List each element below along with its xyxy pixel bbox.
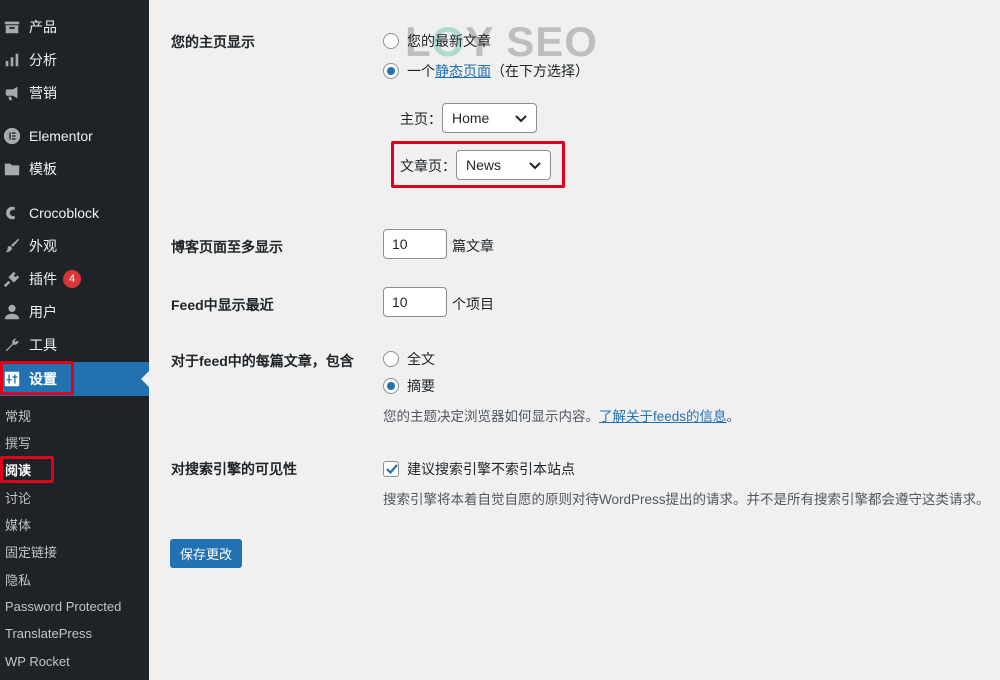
submenu-label: 讨论: [5, 490, 32, 506]
submenu-label: 撰写: [5, 435, 32, 451]
radio-full-text-control[interactable]: [383, 351, 399, 367]
static-page-link[interactable]: 静态页面: [435, 61, 491, 81]
reading-settings-form: LOY SEO 您的主页显示 您的最新文章 一个 静态页面 （在下方选择） 主页…: [149, 0, 1000, 680]
posts-page-select[interactable]: News: [456, 150, 551, 180]
menu-item-templates[interactable]: 模板: [0, 154, 149, 184]
radio-static-page-prefix: 一个: [407, 63, 435, 79]
menu-item-label: 分析: [29, 52, 57, 68]
discourage-search-checkbox-label: 建议搜索引擎不索引本站点: [407, 461, 575, 477]
user-icon: [3, 303, 21, 321]
posts-page-select-value: News: [466, 157, 502, 173]
submenu-item-privacy[interactable]: 隐私: [0, 566, 149, 592]
menu-item-products[interactable]: 产品: [0, 12, 149, 42]
menu-item-appearance[interactable]: 外观: [0, 231, 149, 261]
submenu-item-permalinks[interactable]: 固定链接: [0, 538, 149, 564]
search-visibility-description: 搜索引擎将本着自觉自愿的原则对待WordPress提出的请求。并不是所有搜索引擎…: [383, 492, 990, 507]
feed-content-label: 对于feed中的每篇文章，包含: [171, 353, 354, 369]
bar-chart-icon: [3, 51, 21, 69]
radio-summary[interactable]: 摘要: [383, 376, 435, 396]
menu-item-label: 产品: [29, 19, 57, 35]
submenu-item-translatepress[interactable]: TranslatePress: [0, 620, 149, 646]
blog-pages-unit: 篇文章: [452, 238, 494, 254]
submenu-item-writing[interactable]: 撰写: [0, 429, 149, 455]
admin-sidebar: 产品 分析 营销 Elementor 模板 Crocoblock 外观 插件 4…: [0, 0, 149, 680]
feed-items-unit: 个项目: [452, 296, 494, 312]
update-count-badge: 4: [63, 270, 81, 288]
menu-item-label: 模板: [29, 161, 57, 177]
discourage-search-checkbox-control[interactable]: [383, 461, 399, 477]
menu-item-partial[interactable]: [0, 0, 149, 12]
blog-pages-label: 博客页面至多显示: [171, 239, 283, 255]
homepage-select[interactable]: Home: [442, 103, 537, 133]
menu-item-label: 插件: [29, 271, 57, 287]
submenu-label: 媒体: [5, 517, 32, 533]
radio-summary-control[interactable]: [383, 378, 399, 394]
radio-static-page-suffix: （在下方选择）: [491, 63, 589, 79]
radio-latest-posts[interactable]: 您的最新文章: [383, 31, 491, 51]
radio-latest-posts-control[interactable]: [383, 33, 399, 49]
menu-item-users[interactable]: 用户: [0, 297, 149, 327]
menu-item-settings[interactable]: 设置: [0, 362, 149, 396]
submenu-item-media[interactable]: 媒体: [0, 511, 149, 537]
save-changes-button[interactable]: 保存更改: [170, 539, 242, 568]
settings-icon: [3, 370, 21, 388]
menu-item-plugins[interactable]: 插件 4: [0, 264, 149, 294]
crocoblock-icon: [3, 204, 21, 222]
submenu-label: Password Protected: [5, 598, 122, 614]
menu-item-label: Crocoblock: [29, 205, 100, 221]
megaphone-icon: [3, 84, 21, 102]
radio-full-text[interactable]: 全文: [383, 349, 435, 369]
submenu-label: 常规: [5, 408, 32, 424]
radio-full-text-label: 全文: [407, 351, 435, 367]
menu-item-elementor[interactable]: Elementor: [0, 121, 149, 151]
radio-summary-label: 摘要: [407, 378, 435, 394]
menu-item-label: 外观: [29, 238, 57, 254]
homepage-select-label: 主页：: [400, 111, 442, 127]
submenu-item-wp-rocket[interactable]: WP Rocket: [0, 648, 149, 674]
blog-pages-input[interactable]: 10: [383, 229, 447, 259]
submenu-label: 固定链接: [5, 544, 58, 560]
feed-items-label: Feed中显示最近: [171, 297, 274, 313]
checkmark-icon: [386, 464, 398, 475]
radio-static-page-control[interactable]: [383, 63, 399, 79]
feed-description-suffix: 。: [726, 409, 741, 424]
menu-item-label: 用户: [29, 304, 57, 320]
radio-static-page[interactable]: 一个 静态页面 （在下方选择）: [383, 61, 589, 81]
wrench-icon: [3, 336, 21, 354]
menu-item-crocoblock[interactable]: Crocoblock: [0, 198, 149, 228]
submenu-item-password-protected[interactable]: Password Protected: [0, 593, 149, 619]
submenu-label: TranslatePress: [5, 625, 92, 641]
radio-latest-posts-label: 您的最新文章: [407, 33, 491, 49]
posts-page-select-label: 文章页：: [400, 158, 456, 174]
folder-icon: [3, 160, 21, 178]
elementor-icon: [3, 127, 21, 145]
menu-item-label: Elementor: [29, 128, 93, 144]
search-visibility-label: 对搜索引擎的可见性: [171, 461, 297, 477]
submenu-label: 隐私: [5, 572, 32, 588]
menu-item-label: 工具: [29, 337, 57, 353]
feed-description-text: 您的主题决定浏览器如何显示内容。: [383, 409, 599, 424]
archive-icon: [3, 18, 21, 36]
menu-item-tools[interactable]: 工具: [0, 330, 149, 360]
chevron-down-icon: [528, 158, 542, 172]
submenu-item-discussion[interactable]: 讨论: [0, 484, 149, 510]
discourage-search-checkbox[interactable]: 建议搜索引擎不索引本站点: [383, 459, 575, 479]
menu-item-label: 营销: [29, 85, 57, 101]
submenu-label: 阅读: [5, 462, 32, 478]
submenu-item-reading[interactable]: 阅读: [0, 456, 149, 482]
paintbrush-icon: [3, 237, 21, 255]
menu-item-marketing[interactable]: 营销: [0, 78, 149, 108]
menu-item-label: 设置: [29, 371, 57, 387]
feeds-info-link[interactable]: 了解关于feeds的信息: [599, 409, 727, 424]
homepage-display-label: 您的主页显示: [171, 34, 255, 50]
homepage-select-value: Home: [452, 110, 490, 126]
submenu-label: WP Rocket: [5, 653, 70, 669]
chevron-down-icon: [514, 111, 528, 125]
feed-description: 您的主题决定浏览器如何显示内容。了解关于feeds的信息。: [383, 405, 740, 425]
feed-items-input[interactable]: 10: [383, 287, 447, 317]
menu-item-analytics[interactable]: 分析: [0, 45, 149, 75]
submenu-item-general[interactable]: 常规: [0, 402, 149, 428]
plugin-icon: [3, 270, 21, 288]
